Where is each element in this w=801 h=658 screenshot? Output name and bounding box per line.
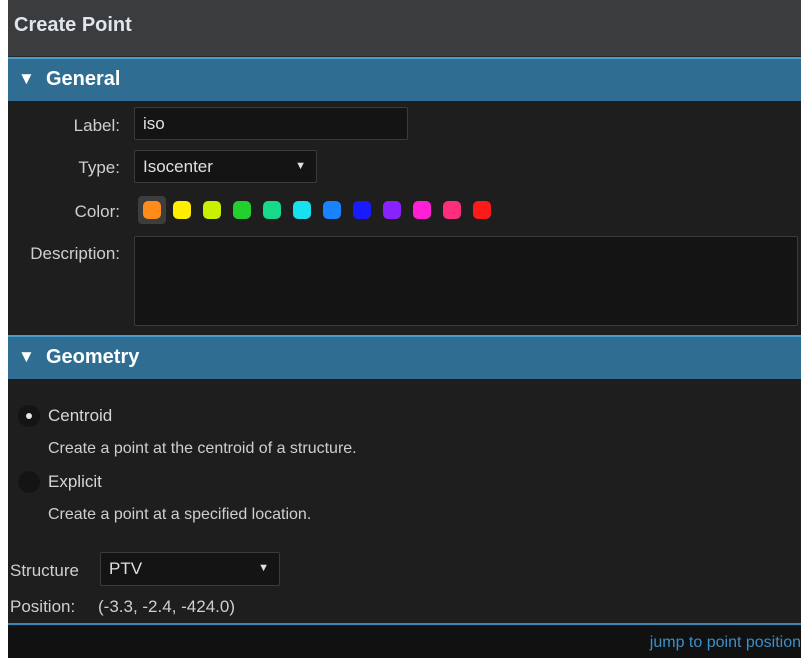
radio-selected-dot bbox=[26, 413, 32, 419]
color-swatch-fill bbox=[203, 201, 221, 219]
color-swatch[interactable] bbox=[408, 196, 436, 224]
color-swatch-fill bbox=[473, 201, 491, 219]
geometry-section-header[interactable]: ▼ Geometry bbox=[8, 335, 801, 379]
footer-divider bbox=[8, 623, 801, 625]
structure-field-label: Structure bbox=[10, 561, 79, 580]
panel-title: Create Point bbox=[14, 14, 132, 36]
type-select[interactable]: Isocenter ▼ bbox=[134, 150, 317, 183]
description-textarea[interactable] bbox=[134, 236, 798, 326]
color-swatch[interactable] bbox=[138, 196, 166, 224]
centroid-radio-label[interactable]: Centroid bbox=[48, 406, 112, 426]
color-swatch[interactable] bbox=[318, 196, 346, 224]
triangle-down-icon: ▼ bbox=[18, 69, 35, 88]
color-swatch[interactable] bbox=[228, 196, 256, 224]
color-swatch-fill bbox=[443, 201, 461, 219]
label-input[interactable] bbox=[134, 107, 408, 140]
type-field-label: Type: bbox=[78, 158, 120, 177]
color-swatch-fill bbox=[353, 201, 371, 219]
color-swatch[interactable] bbox=[198, 196, 226, 224]
position-value: (-3.3, -2.4, -424.0) bbox=[98, 597, 236, 616]
caret-down-icon: ▼ bbox=[295, 160, 306, 172]
general-section-header[interactable]: ▼ General bbox=[8, 57, 801, 101]
explicit-radio[interactable] bbox=[18, 471, 40, 493]
label-field-label: Label: bbox=[73, 116, 120, 135]
structure-select-value: PTV bbox=[109, 559, 143, 578]
geometry-section-title: Geometry bbox=[46, 346, 140, 368]
color-swatch[interactable] bbox=[378, 196, 406, 224]
color-swatch-fill bbox=[413, 201, 431, 219]
color-swatch-fill bbox=[323, 201, 341, 219]
panel-title-bar: Create Point bbox=[8, 0, 801, 57]
color-swatch[interactable] bbox=[258, 196, 286, 224]
create-point-panel: Create Point ▼ General Label: Type: Isoc… bbox=[8, 0, 801, 658]
color-swatch-fill bbox=[383, 201, 401, 219]
color-swatch-fill bbox=[173, 201, 191, 219]
color-swatch[interactable] bbox=[438, 196, 466, 224]
type-select-value: Isocenter bbox=[143, 157, 213, 176]
caret-down-icon: ▼ bbox=[258, 562, 269, 574]
panel-footer: jump to point position bbox=[8, 626, 801, 658]
centroid-radio[interactable] bbox=[18, 405, 40, 427]
explicit-radio-label[interactable]: Explicit bbox=[48, 472, 102, 492]
triangle-down-icon: ▼ bbox=[18, 347, 35, 366]
color-swatch-fill bbox=[263, 201, 281, 219]
jump-to-point-link[interactable]: jump to point position bbox=[650, 634, 801, 652]
color-swatch-fill bbox=[293, 201, 311, 219]
general-section-title: General bbox=[46, 68, 121, 90]
color-swatch[interactable] bbox=[288, 196, 316, 224]
color-swatch[interactable] bbox=[468, 196, 496, 224]
explicit-description: Create a point at a specified location. bbox=[48, 506, 312, 523]
color-swatch-fill bbox=[233, 201, 251, 219]
color-swatch-fill bbox=[143, 201, 161, 219]
position-label: Position: bbox=[10, 597, 76, 616]
color-swatch[interactable] bbox=[348, 196, 376, 224]
centroid-description: Create a point at the centroid of a stru… bbox=[48, 440, 357, 457]
color-swatch[interactable] bbox=[168, 196, 196, 224]
color-field-label: Color: bbox=[74, 202, 120, 221]
structure-select[interactable]: PTV ▼ bbox=[100, 552, 280, 586]
description-field-label: Description: bbox=[30, 244, 120, 263]
